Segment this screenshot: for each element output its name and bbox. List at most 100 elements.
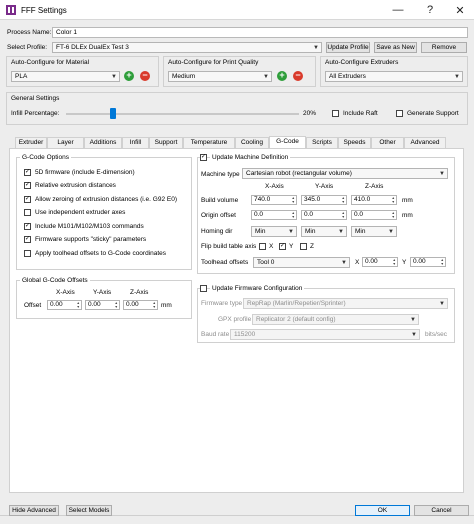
spinner-icon[interactable]: ▲ ▼ [292,196,295,204]
gcode-options-title: G-Code Options [20,154,71,161]
offset-z-value: 0.00 [126,301,139,308]
build-volume-y-input[interactable]: 345.0 ▲ ▼ [301,195,347,205]
offset-x-input[interactable]: 0.00 ▲ ▼ [47,300,82,310]
origin-offset-x-value: 0.0 [254,211,264,218]
gcode-option-checkbox-1[interactable]: ✓ [24,182,31,189]
tab-extruder[interactable]: Extruder [15,137,47,148]
tab-scripts[interactable]: Scripts [306,137,338,148]
gcode-option-checkbox-6[interactable] [24,250,31,257]
remove-material-icon[interactable]: − [140,71,150,81]
tab-temperature[interactable]: Temperature [183,137,235,148]
profile-select[interactable]: FT-6 DLEx DualEx Test 3 ▼ [52,42,322,53]
gcode-option-checkbox-4[interactable]: ✓ [24,223,31,230]
extruders-select[interactable]: All Extruders ▼ [325,71,463,82]
gcode-option-label-2: Allow zeroing of extrusion distances (i.… [35,196,177,203]
gcode-option-checkbox-2[interactable]: ✓ [24,196,31,203]
gcode-option-checkbox-3[interactable] [24,209,31,216]
infill-percentage-label: Infill Percentage: [11,110,60,117]
homing-y-select[interactable]: Min ▼ [301,226,347,237]
ok-button[interactable]: OK [355,505,410,516]
offset-y-axis-label: Y-Axis [93,289,112,296]
spinner-icon[interactable]: ▲ ▼ [342,211,345,219]
toolhead-y-input[interactable]: 0.00 ▲ ▼ [410,257,446,267]
tab-other[interactable]: Other [371,137,404,148]
update-firmware-checkbox[interactable] [200,285,207,292]
add-quality-icon[interactable]: + [277,71,287,81]
close-window-button[interactable]: ✕ [446,0,474,20]
tab-support[interactable]: Support [149,137,183,148]
firmware-type-select[interactable]: RepRap (Marlin/Repetier/Sprinter) ▼ [243,298,448,309]
toolhead-y-label: Y [402,259,407,266]
hide-advanced-button[interactable]: Hide Advanced [9,505,59,516]
update-machine-label: Update Machine Definition [210,154,291,161]
infill-slider-thumb[interactable] [109,108,116,119]
remove-button[interactable]: Remove [421,42,467,53]
baud-rate-select[interactable]: 115200 ▼ [230,329,420,340]
general-settings-group [6,92,468,125]
material-select[interactable]: PLA ▼ [11,71,120,82]
gcode-option-checkbox-5[interactable]: ✓ [24,236,31,243]
origin-offset-y-input[interactable]: 0.0 ▲ ▼ [301,210,347,220]
origin-offset-label: Origin offset [201,212,236,219]
spinner-icon[interactable]: ▲ ▼ [115,301,118,309]
select-models-button[interactable]: Select Models [66,505,112,516]
flip-x-label: X [269,243,274,250]
tab-layer[interactable]: Layer [47,137,84,148]
extruders-select-value: All Extruders [329,73,366,80]
gcode-option-checkbox-0[interactable]: ✓ [24,169,31,176]
quality-select[interactable]: Medium ▼ [168,71,272,82]
minimize-icon: — [392,4,404,16]
save-as-new-button[interactable]: Save as New [374,42,417,53]
origin-offset-x-input[interactable]: 0.0 ▲ ▼ [251,210,297,220]
origin-offset-z-input[interactable]: 0.0 ▲ ▼ [351,210,397,220]
firmware-type-value: RepRap (Marlin/Repetier/Sprinter) [247,300,346,307]
remove-quality-icon[interactable]: − [293,71,303,81]
tab-gcode[interactable]: G-Code [269,136,306,148]
offset-z-input[interactable]: 0.00 ▲ ▼ [123,300,158,310]
help-button[interactable]: ? [416,0,444,20]
cancel-button[interactable]: Cancel [414,505,469,516]
process-name-label: Process Name: [7,29,52,36]
tab-speeds[interactable]: Speeds [338,137,371,148]
flip-x-checkbox[interactable] [259,243,266,250]
offset-y-value: 0.00 [88,301,101,308]
toolhead-x-input[interactable]: 0.00 ▲ ▼ [362,257,398,267]
spinner-icon[interactable]: ▲ ▼ [77,301,80,309]
minimize-button[interactable]: — [384,0,412,20]
tab-infill[interactable]: Infill [122,137,149,148]
toolhead-select[interactable]: Tool 0 ▼ [253,257,350,268]
flip-y-checkbox[interactable]: ✓ [279,243,286,250]
update-machine-checkbox[interactable]: ✓ [200,154,207,161]
build-volume-x-input[interactable]: 740.0 ▲ ▼ [251,195,297,205]
flip-axis-label: Flip build table axis [201,243,257,250]
build-volume-z-input[interactable]: 410.0 ▲ ▼ [351,195,397,205]
gpx-profile-value: Replicator 2 (default config) [256,316,336,323]
include-raft-checkbox[interactable] [332,110,339,117]
infill-slider-track[interactable] [66,113,299,115]
generate-support-checkbox[interactable] [396,110,403,117]
app-icon [6,5,16,15]
update-profile-button[interactable]: Update Profile [326,42,370,53]
offset-y-input[interactable]: 0.00 ▲ ▼ [85,300,120,310]
spinner-icon[interactable]: ▲ ▼ [153,301,156,309]
spinner-icon[interactable]: ▲ ▼ [292,211,295,219]
spinner-icon[interactable]: ▲ ▼ [441,258,444,266]
spinner-icon[interactable]: ▲ ▼ [392,196,395,204]
add-material-icon[interactable]: + [124,71,134,81]
spinner-icon[interactable]: ▲ ▼ [393,258,396,266]
homing-z-select[interactable]: Min ▼ [351,226,397,237]
flip-z-checkbox[interactable] [300,243,307,250]
tab-advanced[interactable]: Advanced [404,137,446,148]
toolhead-x-label: X [355,259,360,266]
gpx-profile-select[interactable]: Replicator 2 (default config) ▼ [252,314,419,325]
tab-cooling[interactable]: Cooling [235,137,269,148]
spinner-icon[interactable]: ▲ ▼ [392,211,395,219]
baud-rate-label: Baud rate [201,331,230,338]
spinner-icon[interactable]: ▲ ▼ [342,196,345,204]
process-name-input[interactable]: Color 1 [52,27,468,38]
machine-type-select[interactable]: Cartesian robot (rectangular volume) ▼ [242,168,448,179]
tab-additions[interactable]: Additions [84,137,122,148]
chevron-down-icon: ▼ [410,317,416,323]
chevron-down-icon: ▼ [338,229,344,235]
homing-x-select[interactable]: Min ▼ [251,226,297,237]
